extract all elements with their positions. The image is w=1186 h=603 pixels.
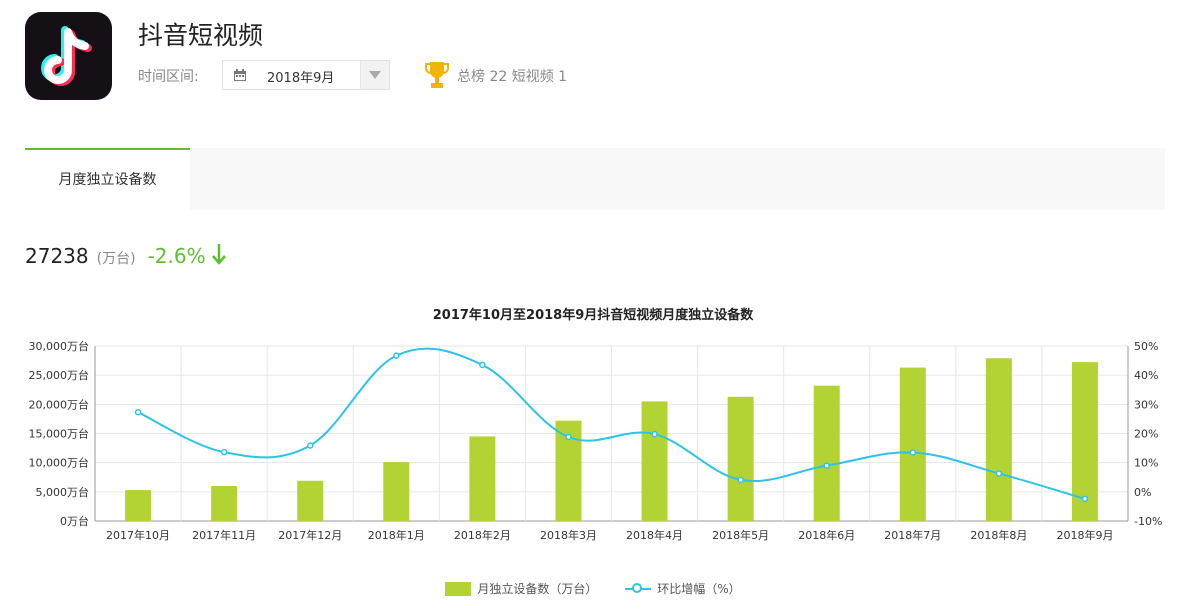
x-tick-label: 2018年9月 [1056, 528, 1113, 542]
y-left-tick-label: 15,000万台 [29, 427, 90, 441]
growth-point [651, 430, 658, 438]
x-tick-label: 2018年6月 [798, 528, 855, 542]
tab-monthly-devices[interactable]: 月度独立设备数 [25, 148, 190, 210]
x-tick-label: 2018年7月 [884, 528, 941, 542]
rank-info: 总榜 22 短视频 1 [457, 69, 568, 85]
legend-item-devices[interactable]: 月独立设备数（万台） [445, 580, 597, 597]
bar [211, 486, 238, 521]
legend-bar-swatch [445, 582, 472, 596]
y-right-tick-label: 30% [1134, 398, 1158, 411]
app-icon [25, 12, 112, 100]
bar [899, 367, 926, 521]
metric-value: 27238 [25, 244, 89, 268]
growth-point [134, 408, 142, 416]
y-left-tick-label: 30,000万台 [29, 339, 90, 353]
x-tick-label: 2017年10月 [106, 528, 170, 542]
x-tick-label: 2018年2月 [454, 528, 511, 542]
bar [383, 462, 410, 521]
x-tick-label: 2018年3月 [540, 528, 597, 542]
y-right-tick-label: -10% [1134, 515, 1162, 528]
growth-point [1081, 495, 1089, 503]
metric-unit: (万台) [96, 251, 136, 267]
growth-point [909, 449, 917, 456]
bar [641, 401, 668, 521]
month-select[interactable]: 2018年9月 [222, 60, 390, 90]
growth-point [823, 462, 830, 469]
y-right-tick-label: 0% [1134, 486, 1151, 499]
growth-point [479, 361, 486, 369]
x-tick-label: 2018年5月 [712, 528, 769, 542]
legend-item-growth[interactable]: 环比增幅（%） [625, 580, 741, 597]
x-tick-label: 2018年1月 [368, 528, 425, 542]
growth-point [565, 433, 572, 441]
y-left-tick-label: 0万台 [60, 514, 89, 528]
y-right-tick-label: 40% [1134, 369, 1158, 382]
dropdown-toggle[interactable] [360, 61, 389, 89]
y-right-tick-label: 10% [1134, 457, 1158, 470]
legend-label-growth: 环比增幅（%） [657, 582, 741, 596]
chart: 0万台 -10% 5,000万台 0% 10,000万台 10% 15,000万台 20% 20… [29, 339, 1163, 542]
x-tick-label: 2017年11月 [192, 528, 256, 542]
y-left-tick-label: 5,000万台 [36, 485, 90, 499]
metric-summary: 27238 (万台) -2.6% [25, 243, 226, 268]
growth-point [737, 476, 744, 484]
arrow-down-icon [211, 244, 226, 265]
y-left-tick-label: 25,000万台 [29, 368, 90, 382]
legend-line-swatch [625, 582, 652, 596]
bar [125, 490, 152, 521]
x-tick-label: 2018年4月 [626, 528, 683, 542]
growth-point [220, 448, 228, 456]
y-left-tick-label: 20,000万台 [29, 397, 90, 411]
metric-change: -2.6% [147, 244, 206, 268]
tiktok-logo-icon [41, 26, 92, 86]
bar [727, 396, 754, 521]
x-tick-label: 2017年12月 [278, 528, 342, 542]
y-right-tick-label: 20% [1134, 428, 1158, 441]
bar [813, 385, 840, 521]
growth-point [306, 442, 314, 449]
bar [985, 358, 1012, 521]
calendar-icon [234, 69, 246, 81]
bar [297, 480, 324, 521]
growth-point [995, 470, 1003, 477]
y-left-tick-label: 10,000万台 [29, 456, 90, 470]
tab-bar: 月度独立设备数 [25, 148, 1165, 210]
legend-label-devices: 月独立设备数（万台） [477, 582, 598, 596]
caret-down-icon [369, 71, 381, 79]
month-select-value: 2018年9月 [267, 71, 335, 86]
growth-point [393, 352, 400, 359]
app-title: 抖音短视频 [138, 21, 264, 50]
x-tick-label: 2018年8月 [970, 528, 1027, 542]
bar [469, 436, 496, 521]
chart-legend: 月独立设备数（万台） 环比增幅（%） [0, 580, 1186, 597]
trophy-icon [425, 62, 449, 88]
y-right-tick-label: 50% [1134, 340, 1158, 353]
time-range-label: 时间区间: [138, 69, 199, 85]
